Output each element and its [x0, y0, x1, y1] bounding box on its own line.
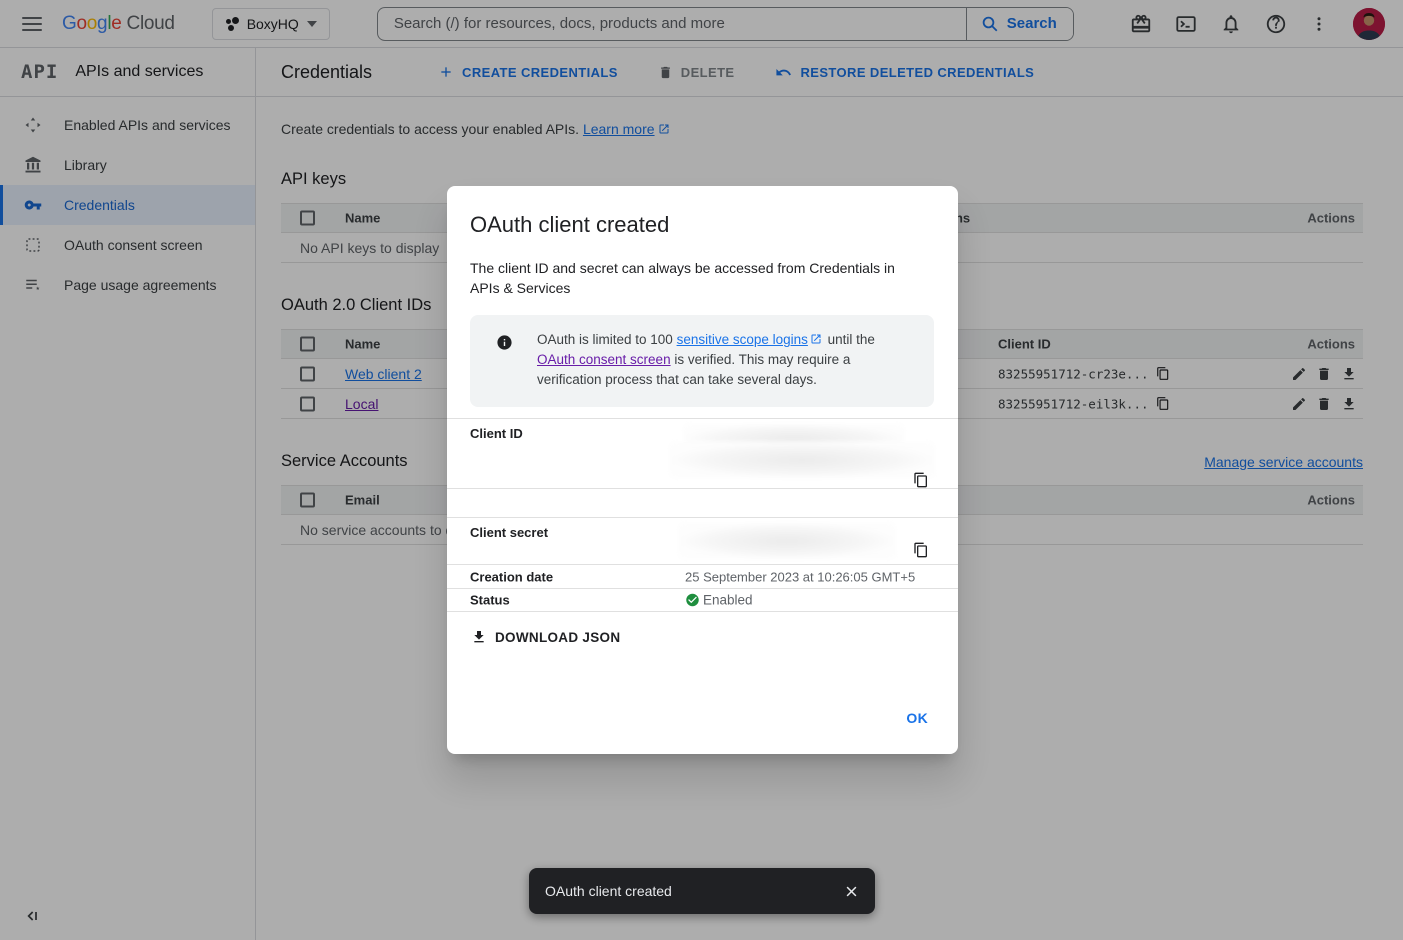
oauth-client-created-dialog: OAuth client created The client ID and s… [447, 186, 958, 754]
snackbar: OAuth client created [529, 868, 875, 914]
dialog-description: The client ID and secret can always be a… [447, 238, 934, 298]
dialog-title: OAuth client created [447, 186, 958, 238]
status-label: Status [470, 593, 510, 608]
check-circle-icon [685, 593, 700, 608]
copy-icon[interactable] [913, 542, 929, 558]
ok-button[interactable]: OK [898, 704, 936, 732]
client-id-row: Client ID [447, 418, 958, 488]
creation-date-value: 25 September 2023 at 10:26:05 GMT+5 [685, 569, 915, 584]
redacted-client-secret [678, 523, 896, 559]
client-secret-label: Client secret [470, 525, 548, 540]
client-secret-row: Client secret [447, 517, 958, 564]
empty-row [447, 488, 958, 517]
info-pre: OAuth is limited to 100 [537, 332, 677, 347]
info-mid: until the [824, 332, 875, 347]
info-text: OAuth is limited to 100 sensitive scope … [537, 330, 916, 390]
status-row: Status Enabled [447, 588, 958, 612]
creation-date-row: Creation date 25 September 2023 at 10:26… [447, 564, 958, 588]
client-id-label: Client ID [470, 426, 523, 441]
copy-icon[interactable] [913, 472, 929, 488]
sensitive-scope-logins-link[interactable]: sensitive scope logins [677, 332, 808, 347]
info-banner: OAuth is limited to 100 sensitive scope … [470, 315, 934, 407]
status-badge: Enabled [685, 593, 753, 608]
creation-date-label: Creation date [470, 569, 553, 584]
redacted-client-id [669, 442, 935, 478]
oauth-consent-screen-link[interactable]: OAuth consent screen [537, 352, 671, 367]
close-icon[interactable] [844, 884, 859, 899]
status-value: Enabled [703, 593, 753, 608]
download-icon [471, 629, 487, 645]
external-link-icon [810, 333, 822, 345]
info-icon [496, 334, 513, 351]
dialog-details: Client ID Client secret Creation date 25… [447, 418, 958, 612]
download-json-button[interactable]: DOWNLOAD JSON [459, 621, 632, 653]
snackbar-message: OAuth client created [545, 883, 844, 899]
download-json-label: DOWNLOAD JSON [495, 630, 620, 645]
